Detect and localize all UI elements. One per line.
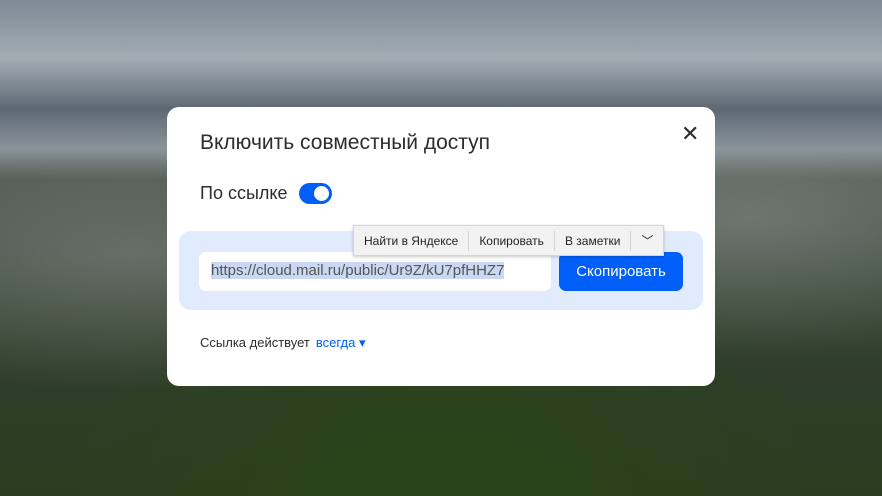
- expiry-value: всегда: [315, 335, 356, 350]
- expiry-label: Ссылка действует: [200, 335, 310, 350]
- expiry-dropdown[interactable]: всегда ▾: [316, 335, 366, 350]
- menu-item-copy[interactable]: Копировать: [469, 230, 555, 251]
- toggle-label: По ссылке: [200, 183, 288, 203]
- text-selection-menu: Найти в Яндексе Копировать В заметки ﹀: [353, 225, 665, 256]
- link-text: https://cloud.mail.ru/public/Ur9Z/kU7pfH…: [211, 262, 505, 279]
- copy-button[interactable]: Скопировать: [559, 252, 683, 291]
- chevron-down-icon[interactable]: ﹀: [631, 231, 663, 251]
- expiry-row: Ссылка действует всегда ▾: [200, 335, 366, 351]
- close-icon[interactable]: ✕: [681, 121, 699, 147]
- menu-item-notes[interactable]: В заметки: [555, 230, 632, 251]
- caret-down-icon: ▾: [358, 335, 366, 350]
- menu-item-search-yandex[interactable]: Найти в Яндексе: [354, 230, 470, 251]
- dialog-title: Включить совместный доступ: [200, 131, 491, 154]
- link-access-toggle[interactable]: [299, 183, 333, 204]
- link-input[interactable]: https://cloud.mail.ru/public/Ur9Z/kU7pfH…: [199, 252, 551, 291]
- link-access-row: По ссылке: [200, 183, 333, 204]
